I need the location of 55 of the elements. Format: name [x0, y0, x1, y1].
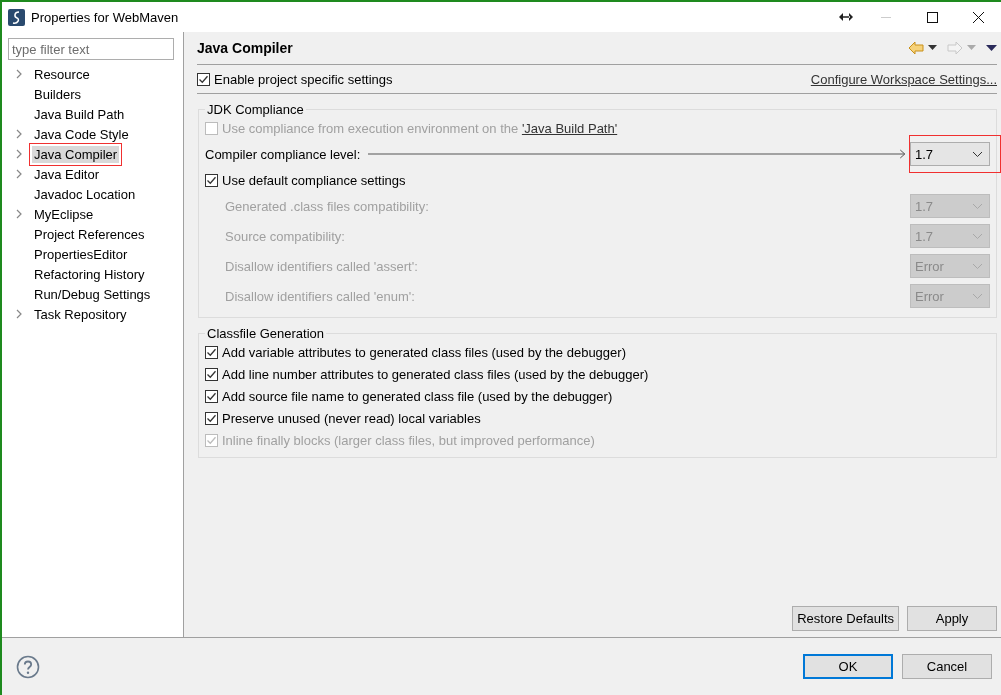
checkbox-label: Add source file name to generated class file (used by the debugger) [222, 388, 613, 404]
tree-item[interactable]: Java Code Style [32, 125, 131, 143]
checkbox[interactable] [205, 173, 218, 187]
group-title: JDK Compliance [206, 102, 305, 117]
tree-item[interactable]: Run/Debug Settings [32, 285, 153, 303]
tree-item[interactable]: Java Build Path [32, 105, 127, 123]
checkbox-label: Preserve unused (never read) local variables [222, 410, 481, 426]
tree-item[interactable]: Task Repository [32, 305, 129, 323]
maximize-icon[interactable] [926, 11, 938, 23]
tree-item[interactable]: MyEclipse [32, 205, 96, 223]
tree-item[interactable]: Java Editor [32, 165, 102, 183]
checkbox[interactable] [205, 389, 218, 403]
cancel-button[interactable]: Cancel [902, 654, 992, 679]
field-label: Generated .class files compatibility: [225, 198, 430, 214]
resize-arrows-icon [839, 13, 853, 21]
field-label: Source compatibility: [225, 228, 346, 244]
checkbox-label: Add line number attributes to generated class files (used by the debugger) [222, 366, 649, 382]
field-label: Disallow identifiers called 'enum': [225, 288, 416, 304]
checkbox-label: Inline finally blocks (larger class files, but improved performance) [222, 432, 595, 448]
tree-item[interactable]: Refactoring History [32, 265, 147, 283]
tree-item[interactable]: Javadoc Location [32, 185, 138, 203]
checkbox[interactable] [205, 411, 218, 425]
compliance-dropdown[interactable]: 1.7 [910, 142, 990, 166]
dropdown-icon[interactable] [928, 45, 937, 51]
view-menu-icon[interactable] [986, 44, 997, 52]
group-title: Classfile Generation [206, 326, 326, 341]
checkbox[interactable] [197, 72, 210, 86]
restore-defaults-button[interactable]: Restore Defaults [792, 606, 899, 631]
field-label: Disallow identifiers called 'assert': [225, 258, 419, 274]
apply-button[interactable]: Apply [907, 606, 997, 631]
chevron-down-icon [972, 232, 983, 240]
field-label: Compiler compliance level: [205, 146, 361, 162]
checkbox-label: Use compliance from execution environment on the 'Java Build Path' [222, 120, 618, 136]
checkbox[interactable] [205, 345, 218, 359]
tree-item[interactable]: Builders [32, 85, 83, 103]
close-icon[interactable] [972, 11, 984, 23]
checkbox-label: Enable project specific settings [214, 71, 393, 87]
window-title: Properties for WebMaven [31, 9, 179, 25]
tree-item[interactable]: Project References [32, 225, 147, 243]
help-icon[interactable] [16, 654, 40, 679]
chevron-down-icon [972, 262, 983, 270]
checkbox-label: Use default compliance settings [222, 172, 406, 188]
tree-item[interactable]: Java Compiler [32, 145, 120, 163]
chevron-down-icon [972, 202, 983, 210]
page-title: Java Compiler [197, 40, 293, 56]
chevron-down-icon [972, 150, 983, 158]
checkbox-label: Add variable attributes to generated class files (used by the debugger) [222, 344, 626, 360]
tree-item[interactable]: PropertiesEditor [32, 245, 130, 263]
ok-button[interactable]: OK [803, 654, 893, 679]
app-icon [8, 8, 25, 26]
checkbox[interactable] [205, 367, 218, 381]
filter-field[interactable]: type filter text [8, 38, 174, 60]
configure-link[interactable]: Configure Workspace Settings... [810, 71, 997, 87]
chevron-down-icon [972, 292, 983, 300]
tree-item[interactable]: Resource [32, 65, 92, 83]
